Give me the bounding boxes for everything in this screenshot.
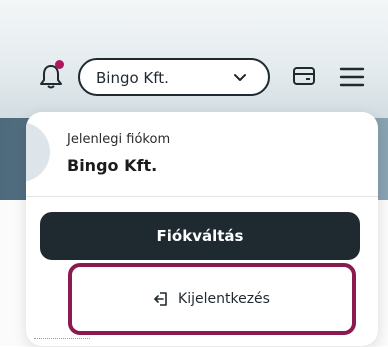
account-select-value: Bingo Kft. [96,69,169,87]
logout-label: Kijelentkezés [178,291,270,307]
notification-dot [55,60,64,69]
switch-account-button[interactable]: Fiókváltás [40,212,360,260]
logout-icon [154,292,167,306]
chevron-down-icon [234,74,246,81]
logout-button[interactable]: Kijelentkezés [79,272,345,326]
account-select[interactable]: Bingo Kft. [78,58,270,96]
current-account-name: Bingo Kft. [67,156,158,175]
current-account-label: Jelenlegi fiókom [67,132,171,147]
card-icon[interactable] [293,67,315,85]
menu-icon[interactable] [339,66,365,88]
switch-account-label: Fiókváltás [156,227,244,245]
panel-divider [26,196,378,197]
avatar [26,122,50,182]
